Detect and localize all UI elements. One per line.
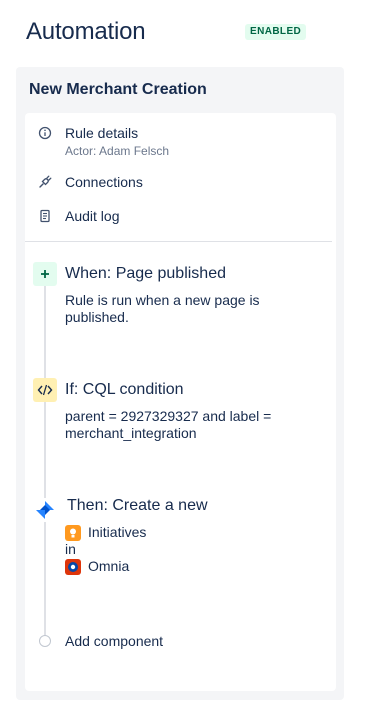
- lightbulb-icon: [65, 524, 81, 541]
- page-header: Automation ENABLED: [26, 16, 356, 48]
- actor-subtitle: Actor: Adam Felsch: [65, 144, 170, 158]
- project-avatar-icon: [65, 558, 81, 575]
- info-icon: [38, 126, 52, 140]
- plus-icon: [33, 262, 57, 286]
- rule-panel: New Merchant Creation Rule details Actor…: [16, 67, 344, 700]
- plug-icon: [39, 175, 52, 188]
- page-title: Automation: [26, 18, 146, 45]
- step-title: When: Page published: [65, 265, 226, 282]
- step-description: Rule is run when a new page is published…: [65, 292, 260, 325]
- divider: [25, 241, 332, 242]
- menu-item-label: Audit log: [65, 208, 120, 224]
- menu-item-rule-details[interactable]: Rule details Actor: Adam Felsch: [25, 122, 336, 162]
- code-icon: [33, 378, 57, 402]
- add-component-label: Add component: [65, 633, 164, 649]
- project: Omnia: [65, 558, 129, 575]
- rule-card: Rule details Actor: Adam Felsch Connecti…: [25, 113, 336, 691]
- rule-name: New Merchant Creation: [29, 81, 207, 98]
- jira-icon: [33, 498, 57, 522]
- document-icon: [40, 209, 50, 223]
- step-title: Then: Create a new: [67, 497, 208, 514]
- menu-item-connections[interactable]: Connections: [25, 171, 336, 195]
- step-description: parent = 2927329327 and label = merchant…: [65, 408, 272, 441]
- issue-type-label: Initiatives: [88, 524, 147, 540]
- menu-item-audit-log[interactable]: Audit log: [25, 205, 336, 229]
- menu-item-label: Rule details: [65, 125, 139, 141]
- project-label: Omnia: [88, 558, 130, 574]
- flow-rail: [44, 273, 46, 639]
- status-badge: ENABLED: [245, 24, 307, 40]
- issue-type: Initiatives: [65, 524, 146, 541]
- menu-item-label: Connections: [65, 174, 143, 190]
- step-title: If: CQL condition: [65, 381, 184, 398]
- connector-text: in: [65, 541, 76, 557]
- add-circle-icon: [39, 635, 51, 647]
